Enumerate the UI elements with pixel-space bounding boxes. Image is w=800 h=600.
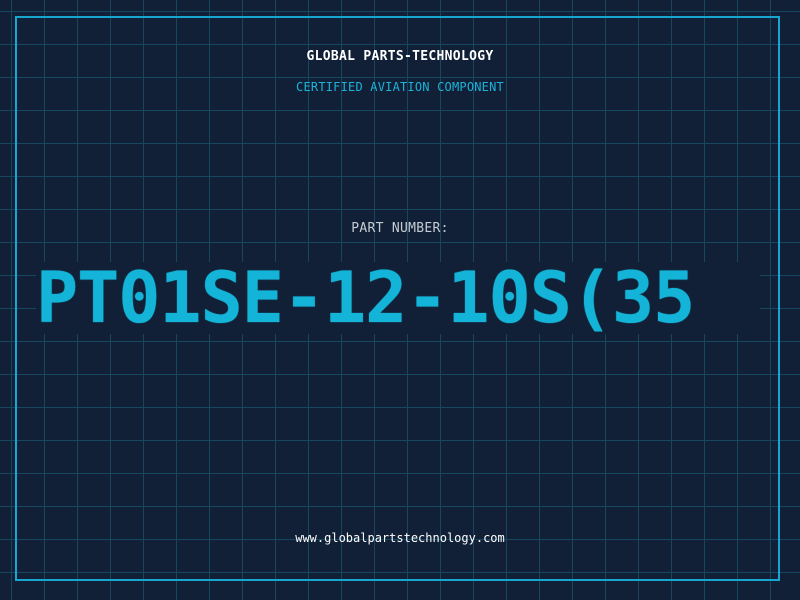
part-number-label: PART NUMBER: <box>351 221 449 236</box>
part-number-value: PT01SE-12-10S(35 <box>36 262 760 334</box>
company-name: GLOBAL PARTS-TECHNOLOGY <box>306 49 494 64</box>
certification-tagline: CERTIFIED AVIATION COMPONENT <box>296 80 504 94</box>
website-url[interactable]: www.globalpartstechnology.com <box>0 531 800 545</box>
